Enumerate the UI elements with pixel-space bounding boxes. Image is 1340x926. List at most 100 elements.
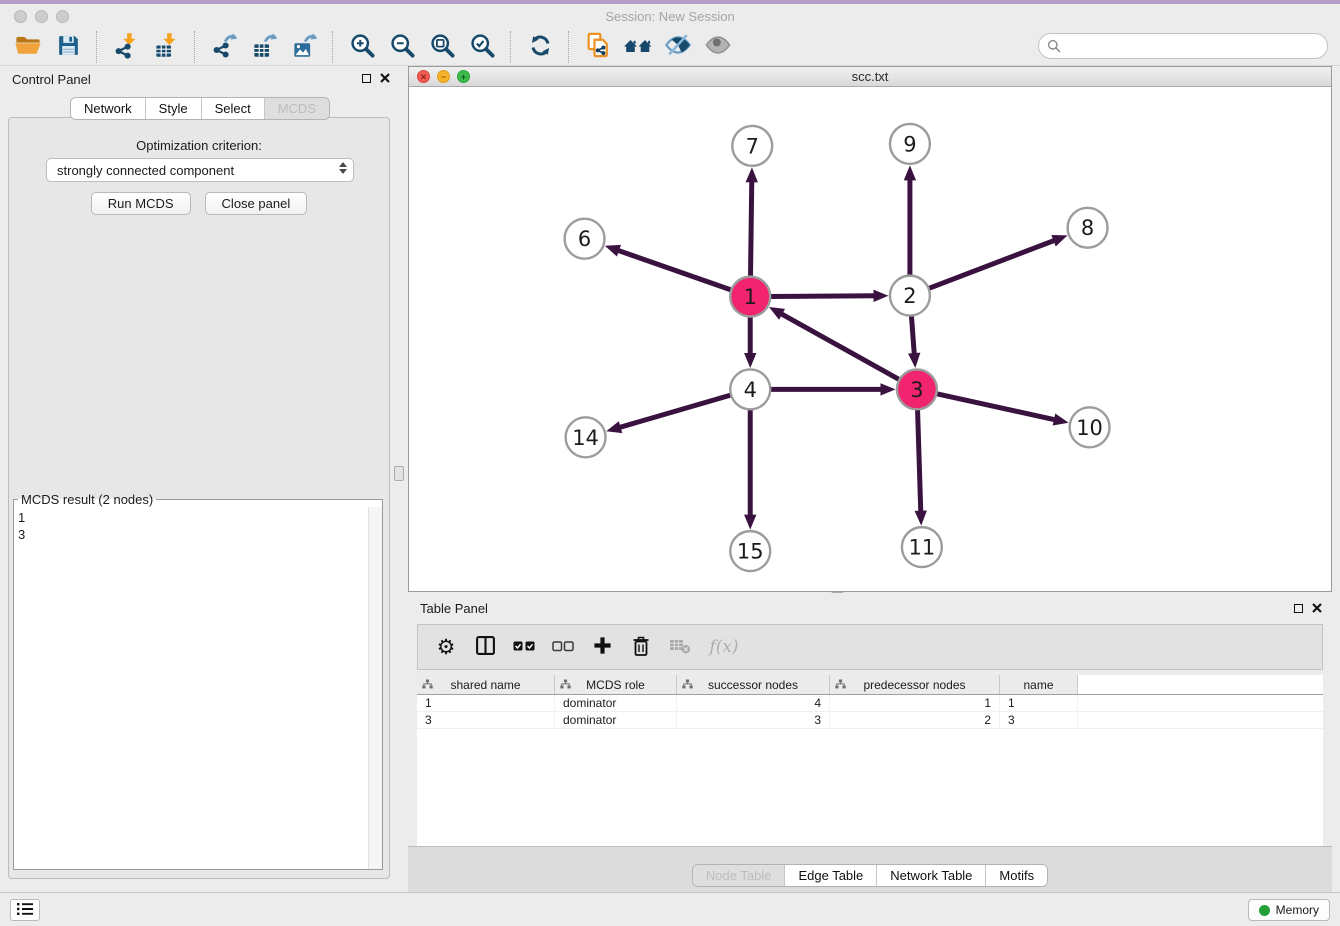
edge-3-11[interactable] [918,410,921,514]
toolbar-separator [96,31,98,63]
column-header-MCDS-role[interactable]: MCDS role [555,675,677,694]
export-table-button[interactable] [244,30,284,64]
import-network-button[interactable] [106,30,146,64]
table-row[interactable]: 1dominator411 [417,695,1323,712]
graph-node-11[interactable]: 11 [902,527,942,567]
zoom-in-button[interactable] [342,30,382,64]
clone-network-button[interactable] [578,30,618,64]
delete-table-icon [669,637,691,658]
fit-content-button[interactable] [422,30,462,64]
graph-node-10[interactable]: 10 [1070,407,1110,447]
edge-arrow-icon [908,353,920,368]
tab-node-table[interactable]: Node Table [693,865,786,886]
function-builder-button[interactable]: f(x) [707,632,741,662]
graph-node-14[interactable]: 14 [566,417,606,457]
toolbar-separator [332,31,334,63]
run-mcds-button[interactable]: Run MCDS [91,192,191,215]
open-session-button[interactable] [8,30,48,64]
tab-network[interactable]: Network [71,98,146,119]
close-panel-button[interactable]: Close panel [205,192,308,215]
graph-node-1[interactable]: 1 [730,277,770,317]
export-image-button[interactable] [284,30,324,64]
table-settings-button[interactable]: ⚙ [434,632,458,662]
graph-node-7[interactable]: 7 [732,126,772,166]
zoom-selected-button[interactable] [462,30,502,64]
table-panel: Table Panel ⚙ f(x) shared nameMCDS roles… [408,592,1332,892]
delete-column-button[interactable] [629,632,653,662]
vertical-splitter-grip[interactable] [394,466,404,481]
float-panel-icon[interactable] [1294,604,1303,613]
edge-2-3[interactable] [911,316,914,356]
svg-text:8: 8 [1081,216,1094,240]
control-panel: Control Panel NetworkStyleSelectMCDS Opt… [0,66,400,892]
graph-node-4[interactable]: 4 [730,369,770,409]
cell[interactable]: 1 [417,695,555,711]
graph-node-6[interactable]: 6 [565,219,605,259]
edge-arrow-icon [744,515,756,530]
column-header-shared-name[interactable]: shared name [417,675,555,694]
table-row[interactable]: 3dominator323 [417,712,1323,729]
tab-motifs[interactable]: Motifs [986,865,1047,886]
refresh-view-button[interactable] [520,30,560,64]
export-network-button[interactable] [204,30,244,64]
cell[interactable]: 2 [830,712,1000,728]
cell[interactable]: dominator [555,712,677,728]
edge-2-8[interactable] [929,240,1056,289]
create-column-button[interactable] [590,632,614,662]
gear-icon: ⚙ [437,635,456,660]
graph-node-2[interactable]: 2 [890,276,930,316]
cell[interactable]: 3 [677,712,830,728]
column-header-successor-nodes[interactable]: successor nodes [677,675,830,694]
select-all-columns-button[interactable] [512,632,536,662]
edge-1-6[interactable] [616,250,731,290]
edge-4-14[interactable] [618,395,731,428]
cell[interactable]: dominator [555,695,677,711]
cell[interactable]: 4 [677,695,830,711]
cell[interactable]: 3 [1000,712,1078,728]
network-canvas[interactable]: 1 2 3 4 6 7 8 9 10 11 14 15 [409,87,1331,591]
column-header-name[interactable]: name [1000,675,1078,694]
show-panels-button[interactable] [10,899,40,921]
svg-text:3: 3 [910,378,923,402]
table-panel-tabs: Node TableEdge TableNetwork TableMotifs [692,864,1048,887]
tab-mcds[interactable]: MCDS [265,98,329,119]
tab-style[interactable]: Style [146,98,202,119]
edge-1-7[interactable] [751,179,752,276]
plus-icon [593,636,612,658]
unselect-all-columns-button[interactable] [551,632,575,662]
edge-arrow-icon [744,353,756,368]
graph-node-15[interactable]: 15 [730,531,770,571]
tab-edge-table[interactable]: Edge Table [785,865,877,886]
graph-node-9[interactable]: 9 [890,124,930,164]
sort-tree-icon [682,679,693,693]
save-session-button[interactable] [48,30,88,64]
show-columns-button[interactable] [473,632,497,662]
graph-node-8[interactable]: 8 [1068,208,1108,248]
tab-network-table[interactable]: Network Table [877,865,986,886]
delete-table-button[interactable] [668,632,692,662]
zoom-out-button[interactable] [382,30,422,64]
edge-3-10[interactable] [937,394,1057,420]
show-all-button[interactable] [698,30,738,64]
edge-1-2[interactable] [771,296,877,297]
mcds-result-text[interactable]: 1 3 [18,509,25,543]
tab-select[interactable]: Select [202,98,265,119]
close-panel-icon[interactable] [380,71,390,86]
cell[interactable]: 3 [417,712,555,728]
edge-3-1[interactable] [779,313,899,380]
float-panel-icon[interactable] [362,74,371,83]
search-input[interactable] [1038,33,1328,59]
graph-node-3[interactable]: 3 [897,369,937,409]
result-scrollbar[interactable] [368,507,382,869]
memory-status-icon [1259,905,1270,916]
network-window-titlebar[interactable]: ✕ − + scc.txt [409,67,1331,87]
column-header-predecessor-nodes[interactable]: predecessor nodes [830,675,1000,694]
memory-button[interactable]: Memory [1248,899,1330,921]
hide-selected-button[interactable] [658,30,698,64]
close-panel-icon[interactable] [1312,601,1322,616]
cell[interactable]: 1 [830,695,1000,711]
optimization-criterion-select[interactable]: strongly connected component [46,158,354,182]
neighbors-button[interactable] [618,30,658,64]
import-table-button[interactable] [146,30,186,64]
cell[interactable]: 1 [1000,695,1078,711]
